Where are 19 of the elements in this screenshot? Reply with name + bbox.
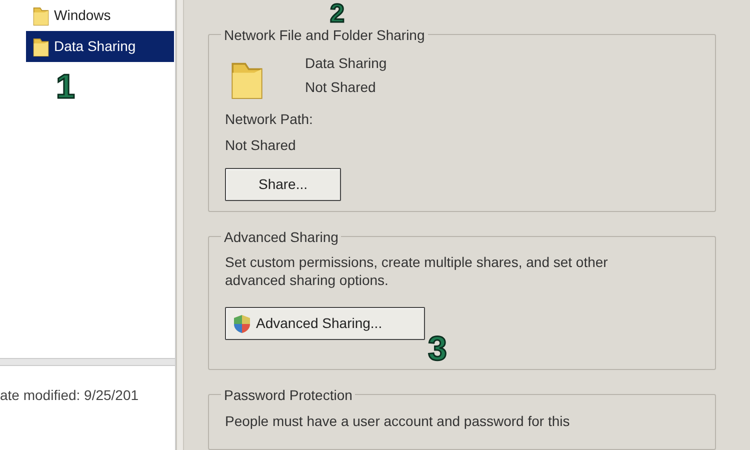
step-number: 3 bbox=[428, 332, 447, 366]
network-path-label: Network Path: bbox=[225, 110, 314, 129]
folder-icon bbox=[32, 36, 50, 58]
splitter-bar[interactable] bbox=[176, 0, 184, 450]
share-button[interactable]: Share... bbox=[225, 168, 341, 201]
password-protection-description: People must have a user account and password for this bbox=[225, 412, 571, 432]
tree-item[interactable]: Windows bbox=[26, 0, 174, 31]
folder-name: Data Sharing bbox=[305, 54, 387, 73]
advanced-sharing-description: Set custom permissions, create multiple shares, and set other advanced sharing options. bbox=[225, 253, 609, 289]
advanced-sharing-button[interactable]: Advanced Sharing... bbox=[225, 307, 425, 340]
share-status: Not Shared bbox=[305, 78, 377, 97]
tree-item[interactable]: Data Sharing bbox=[26, 31, 174, 62]
network-path-value: Not Shared bbox=[225, 136, 297, 155]
step-number: 1 bbox=[56, 70, 75, 104]
step-number: 2 bbox=[330, 0, 344, 26]
splitter-bar[interactable] bbox=[0, 358, 175, 366]
folder-icon bbox=[32, 4, 50, 26]
date-modified-text: ate modified: 9/25/201 bbox=[0, 387, 139, 403]
shield-icon bbox=[232, 314, 252, 334]
